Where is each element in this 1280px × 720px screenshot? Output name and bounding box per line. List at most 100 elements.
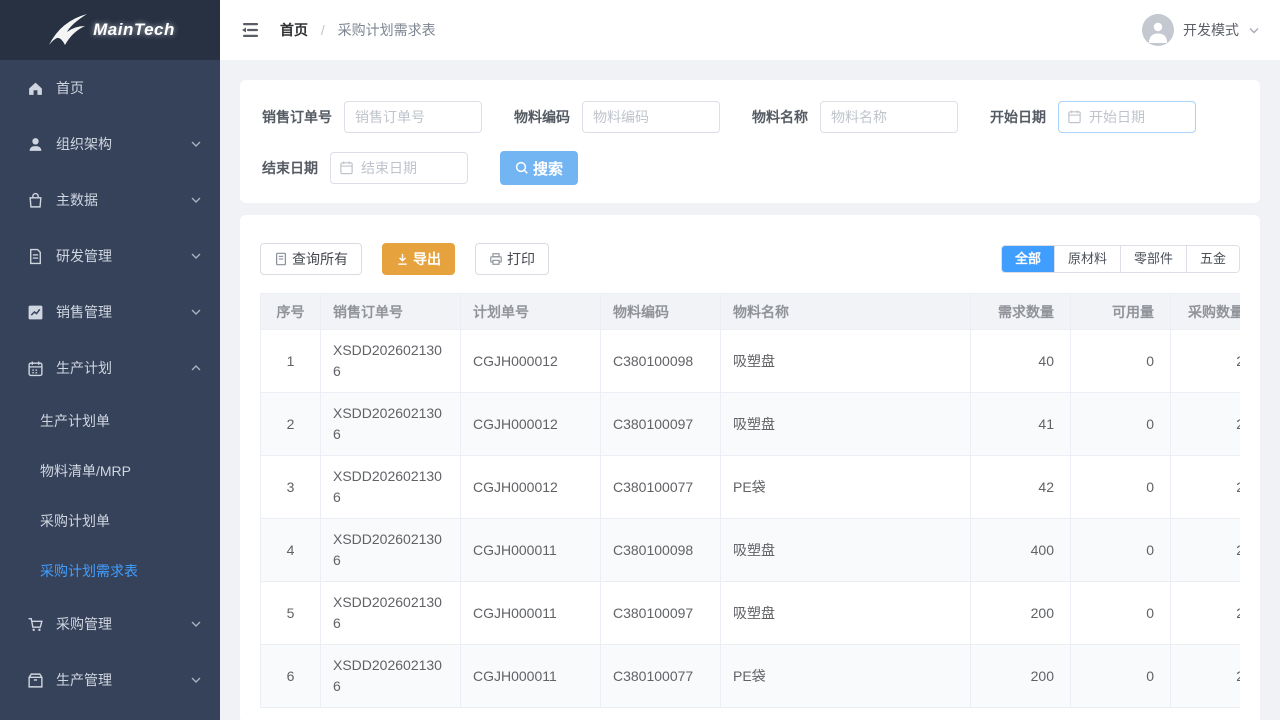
sidebar-item-sales[interactable]: 销售管理: [0, 284, 220, 340]
col-sales-order: 销售订单号: [321, 294, 461, 330]
table-row[interactable]: 4 XSDD2026021306 CGJH000011 C380100098 吸…: [261, 519, 1241, 582]
filter-start-date: 开始日期: [990, 101, 1196, 133]
col-available-qty: 可用量: [1071, 294, 1171, 330]
export-label: 导出: [413, 249, 441, 269]
export-button[interactable]: 导出: [382, 243, 455, 275]
cell-seq: 1: [261, 330, 321, 393]
cell-material-name: 吸塑盘: [721, 582, 971, 645]
cell-purchase-qty: 2: [1171, 582, 1241, 645]
user-icon: [27, 136, 44, 153]
top-header: 首页 / 采购计划需求表 开发模式: [220, 0, 1280, 60]
tab-hardware[interactable]: 五金: [1186, 246, 1239, 272]
table-toolbar: 查询所有 导出 打印 全部 原材料 零部件 五金: [260, 243, 1240, 275]
col-material-name: 物料名称: [721, 294, 971, 330]
sidebar-subitem-purchase-plan-order[interactable]: 采购计划单: [0, 496, 220, 546]
cell-material-code: C380100098: [601, 519, 721, 582]
cell-plan-no: CGJH000011: [461, 582, 601, 645]
tab-raw-material[interactable]: 原材料: [1054, 246, 1120, 272]
cell-material-name: 吸塑盘: [721, 393, 971, 456]
chevron-up-icon: [190, 362, 202, 374]
cell-seq: 6: [261, 645, 321, 708]
col-material-code: 物料编码: [601, 294, 721, 330]
submenu-item-label: 物料清单/MRP: [40, 461, 131, 481]
page-content: 销售订单号 物料编码 物料名称 开始日期: [220, 60, 1280, 720]
table-row[interactable]: 3 XSDD2026021306 CGJH000012 C380100077 P…: [261, 456, 1241, 519]
table-row[interactable]: 1 XSDD2026021306 CGJH000012 C380100098 吸…: [261, 330, 1241, 393]
cell-purchase-qty: 2: [1171, 393, 1241, 456]
cell-material-name: 吸塑盘: [721, 519, 971, 582]
sidebar-item-production-plan[interactable]: 生产计划: [0, 340, 220, 396]
cart-icon: [27, 616, 44, 633]
filter-label: 结束日期: [262, 158, 318, 178]
filter-label: 物料编码: [514, 107, 570, 127]
material-name-input[interactable]: [820, 101, 958, 133]
printer-icon: [489, 252, 503, 266]
cell-seq: 2: [261, 393, 321, 456]
cell-sales-order: XSDD2026021306: [321, 393, 461, 456]
sidebar-item-manufacturing[interactable]: 生产管理: [0, 652, 220, 708]
search-icon: [515, 161, 529, 175]
brand-name: MainTech: [93, 20, 175, 40]
material-code-input[interactable]: [582, 101, 720, 133]
tab-all[interactable]: 全部: [1002, 246, 1054, 272]
table-row[interactable]: 5 XSDD2026021306 CGJH000011 C380100097 吸…: [261, 582, 1241, 645]
cell-plan-no: CGJH000011: [461, 645, 601, 708]
app-root: MainTech 首页 组织架构 主数据: [0, 0, 1280, 720]
cell-demand-qty: 42: [971, 456, 1071, 519]
print-button[interactable]: 打印: [475, 243, 549, 275]
end-date-input[interactable]: [330, 152, 468, 184]
cell-plan-no: CGJH000012: [461, 456, 601, 519]
filter-label: 物料名称: [752, 107, 808, 127]
category-tabs: 全部 原材料 零部件 五金: [1001, 245, 1240, 273]
cell-demand-qty: 41: [971, 393, 1071, 456]
menu-fold-icon[interactable]: [240, 19, 262, 41]
document-icon: [274, 252, 288, 266]
data-table: 序号 销售订单号 计划单号 物料编码 物料名称 需求数量 可用量 采购数量: [260, 293, 1240, 708]
cell-available-qty: 0: [1071, 330, 1171, 393]
start-date-input[interactable]: [1058, 101, 1196, 133]
cell-sales-order: XSDD2026021306: [321, 645, 461, 708]
cell-material-name: 吸塑盘: [721, 330, 971, 393]
cell-material-name: PE袋: [721, 456, 971, 519]
table-row[interactable]: 2 XSDD2026021306 CGJH000012 C380100097 吸…: [261, 393, 1241, 456]
filter-label: 开始日期: [990, 107, 1046, 127]
sidebar-item-rnd[interactable]: 研发管理: [0, 228, 220, 284]
sidebar-subitem-bom-mrp[interactable]: 物料清单/MRP: [0, 446, 220, 496]
cell-demand-qty: 40: [971, 330, 1071, 393]
sidebar-item-org[interactable]: 组织架构: [0, 116, 220, 172]
sidebar-item-home[interactable]: 首页: [0, 60, 220, 116]
tab-parts[interactable]: 零部件: [1120, 246, 1186, 272]
cell-available-qty: 0: [1071, 645, 1171, 708]
filter-label: 销售订单号: [262, 107, 332, 127]
download-icon: [396, 253, 409, 266]
query-all-button[interactable]: 查询所有: [260, 243, 362, 275]
cell-purchase-qty: 2: [1171, 456, 1241, 519]
breadcrumb-home-link[interactable]: 首页: [280, 22, 308, 38]
submenu-item-label: 采购计划需求表: [40, 561, 138, 581]
table-row[interactable]: 6 XSDD2026021306 CGJH000011 C380100077 P…: [261, 645, 1241, 708]
cell-material-name: PE袋: [721, 645, 971, 708]
breadcrumb-current: 采购计划需求表: [338, 22, 436, 38]
chevron-down-icon: [190, 674, 202, 686]
sidebar-item-master-data[interactable]: 主数据: [0, 172, 220, 228]
search-button[interactable]: 搜索: [500, 151, 578, 185]
filter-material-code: 物料编码: [514, 101, 720, 133]
cell-purchase-qty: 2: [1171, 519, 1241, 582]
data-table-container[interactable]: 序号 销售订单号 计划单号 物料编码 物料名称 需求数量 可用量 采购数量: [260, 293, 1240, 708]
cell-demand-qty: 200: [971, 645, 1071, 708]
sidebar-item-label: 研发管理: [56, 246, 190, 266]
cell-available-qty: 0: [1071, 582, 1171, 645]
sidebar-subitem-production-plan-order[interactable]: 生产计划单: [0, 396, 220, 446]
sidebar-subitem-purchase-plan-demand[interactable]: 采购计划需求表: [0, 546, 220, 596]
sales-order-input[interactable]: [344, 101, 482, 133]
cell-sales-order: XSDD2026021306: [321, 456, 461, 519]
sidebar-nav: 首页 组织架构 主数据 研发管理: [0, 60, 220, 708]
cell-material-code: C380100077: [601, 456, 721, 519]
chevron-down-icon: [190, 306, 202, 318]
cell-demand-qty: 400: [971, 519, 1071, 582]
sidebar-item-purchasing[interactable]: 采购管理: [0, 596, 220, 652]
user-menu[interactable]: 开发模式: [1142, 14, 1260, 46]
table-panel: 查询所有 导出 打印 全部 原材料 零部件 五金: [240, 215, 1260, 720]
search-button-label: 搜索: [533, 158, 563, 179]
chevron-down-icon: [190, 138, 202, 150]
